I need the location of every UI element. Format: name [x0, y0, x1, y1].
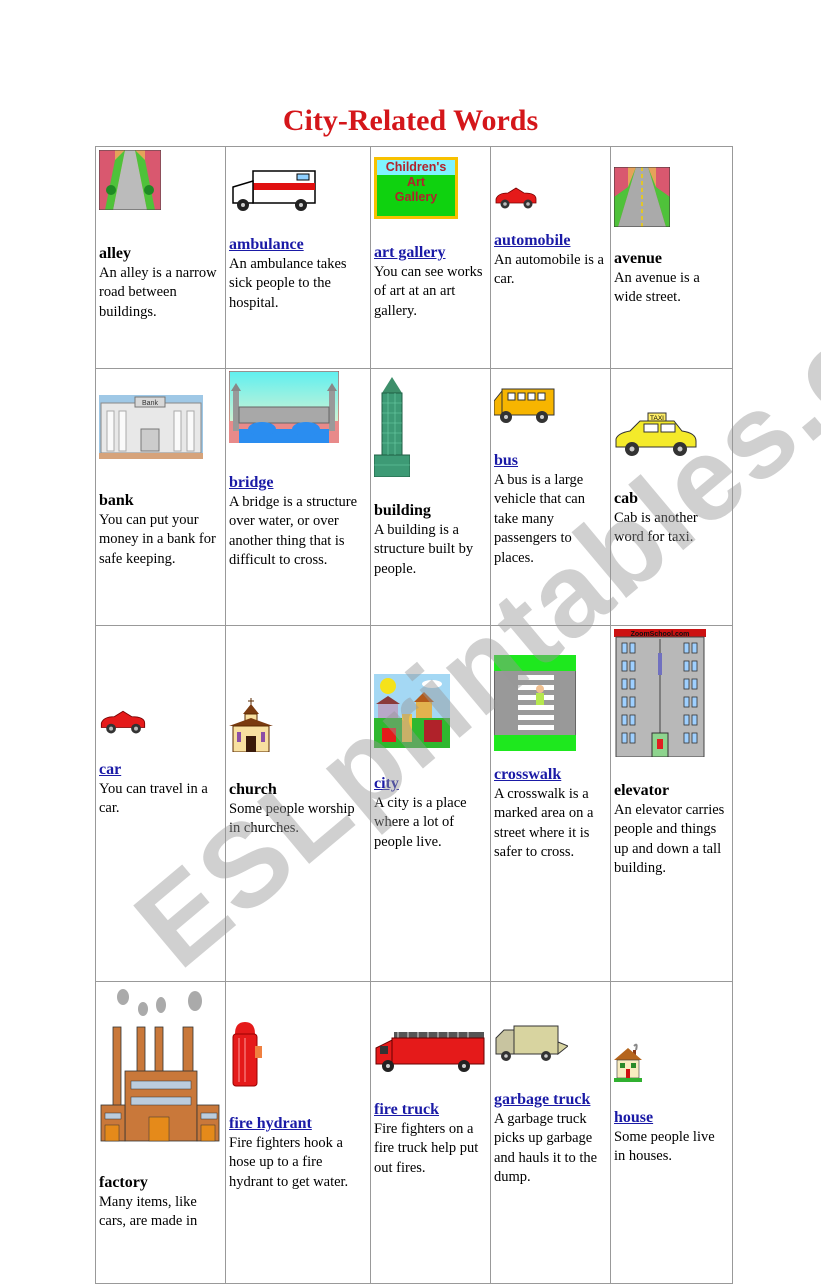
definition-garbage-truck: A garbage truck picks up garbage and hau…	[494, 1110, 598, 1186]
ambulance-picture	[232, 170, 316, 211]
page-title: City-Related Words	[282, 104, 539, 137]
definition-building: A building is a structure built by peopl…	[374, 521, 474, 577]
fire-truck-picture	[375, 1032, 485, 1072]
word-table: alley An alley is a narrow road between …	[95, 146, 733, 1284]
table-row: Bank bank You can put your money in a ba…	[95, 368, 733, 626]
word-bridge-link[interactable]: bridge	[229, 473, 367, 493]
alley-street-picture	[99, 150, 161, 210]
crosswalk-picture	[494, 655, 576, 751]
school-bus-picture	[494, 388, 555, 423]
definition-alley: An alley is a narrow road between buildi…	[99, 264, 217, 320]
word-cell-factory: factory Many items, like cars, are made …	[95, 981, 226, 1284]
word-cell-building: building A building is a structure built…	[370, 368, 491, 626]
bridge-picture	[229, 371, 339, 443]
definition-crosswalk: A crosswalk is a marked area on a street…	[494, 785, 594, 861]
house-picture	[614, 1043, 642, 1082]
taxi-picture: TAXI	[615, 412, 697, 456]
definition-church: Some people worship in churches.	[229, 800, 355, 837]
word-cell-ambulance: ambulance An ambulance takes sick people…	[225, 146, 371, 369]
city-scene-picture	[374, 674, 450, 748]
definition-automobile: An automobile is a car.	[494, 251, 604, 288]
definition-car: You can travel in a car.	[99, 780, 208, 817]
word-cell-garbage-truck: garbage truck A garbage truck picks up g…	[490, 981, 611, 1284]
word-cab: cab	[614, 490, 638, 507]
word-fire-truck-link[interactable]: fire truck	[374, 1100, 487, 1120]
elevator-building-picture: ZoomSchool.com	[614, 629, 706, 757]
bank-sign: Bank	[142, 400, 158, 407]
word-cell-city: city A city is a place where a lot of pe…	[370, 625, 491, 982]
word-alley: alley	[99, 245, 131, 262]
word-church: church	[229, 781, 277, 798]
word-house-link[interactable]: house	[614, 1108, 729, 1128]
art-gallery-sign-line-2: Art	[406, 175, 426, 189]
word-building: building	[374, 502, 431, 519]
garbage-truck-picture	[495, 1025, 568, 1061]
word-cell-church: church Some people worship in churches.	[225, 625, 371, 982]
bank-building-picture: Bank	[99, 395, 203, 459]
word-cell-house: house Some people live in houses.	[610, 981, 733, 1284]
art-gallery-sign-line-3: Gallery	[394, 190, 438, 204]
word-city-link[interactable]: city	[374, 774, 487, 794]
definition-fire-truck: Fire fighters on a fire truck help put o…	[374, 1120, 479, 1176]
word-cell-automobile: automobile An automobile is a car.	[490, 146, 611, 369]
word-cell-fire-hydrant: fire hydrant Fire fighters hook a hose u…	[225, 981, 371, 1284]
table-row: factory Many items, like cars, are made …	[95, 981, 733, 1284]
word-cell-elevator: ZoomSchool.com elevator An elevator carr…	[610, 625, 733, 982]
definition-bank: You can put your money in a bank for saf…	[99, 511, 216, 567]
art-gallery-sign-picture: Children's Art Gallery	[374, 157, 458, 219]
red-car-picture	[495, 187, 537, 209]
definition-ambulance: An ambulance takes sick people to the ho…	[229, 255, 347, 311]
word-avenue: avenue	[614, 250, 662, 267]
word-fire-hydrant-link[interactable]: fire hydrant	[229, 1114, 367, 1134]
word-cell-art-gallery: Children's Art Gallery art gallery You c…	[370, 146, 491, 369]
word-cell-alley: alley An alley is a narrow road between …	[95, 146, 226, 369]
word-car-link[interactable]: car	[99, 760, 222, 780]
definition-art-gallery: You can see works of art at an art galle…	[374, 263, 483, 319]
word-cell-bank: Bank bank You can put your money in a ba…	[95, 368, 226, 626]
definition-bridge: A bridge is a structure over water, or o…	[229, 493, 358, 569]
word-art-gallery-link[interactable]: art gallery	[374, 243, 487, 263]
word-ambulance-link[interactable]: ambulance	[229, 235, 367, 255]
definition-elevator: An elevator carries people and things up…	[614, 801, 725, 877]
word-cell-car: car You can travel in a car.	[95, 625, 226, 982]
word-crosswalk-link[interactable]: crosswalk	[494, 765, 607, 785]
table-row: car You can travel in a car. church Some…	[95, 625, 733, 982]
skyscraper-picture	[374, 377, 410, 477]
word-cell-bus: bus A bus is a large vehicle that can ta…	[490, 368, 611, 626]
word-cell-bridge: bridge A bridge is a structure over wate…	[225, 368, 371, 626]
avenue-picture	[614, 167, 670, 227]
word-bank: bank	[99, 492, 134, 509]
art-gallery-sign-line-1: Children's	[377, 160, 455, 175]
word-automobile-link[interactable]: automobile	[494, 231, 607, 251]
table-row: alley An alley is a narrow road between …	[95, 146, 733, 369]
word-cell-avenue: avenue An avenue is a wide street.	[610, 146, 733, 369]
definition-fire-hydrant: Fire fighters hook a hose up to a fire h…	[229, 1134, 349, 1190]
definition-avenue: An avenue is a wide street.	[614, 269, 700, 306]
red-car-picture	[100, 710, 146, 734]
fire-hydrant-picture	[232, 1022, 262, 1087]
word-cell-fire-truck: fire truck Fire fighters on a fire truck…	[370, 981, 491, 1284]
word-bus-link[interactable]: bus	[494, 451, 607, 471]
church-picture	[229, 698, 273, 752]
definition-city: A city is a place where a lot of people …	[374, 794, 467, 850]
word-cell-cab: TAXI cab Cab is another word for taxi.	[610, 368, 733, 626]
definition-house: Some people live in houses.	[614, 1128, 715, 1165]
definition-factory: Many items, like cars, are made in	[99, 1193, 198, 1230]
word-garbage-truck-link[interactable]: garbage truck	[494, 1090, 607, 1110]
definition-bus: A bus is a large vehicle that can take m…	[494, 471, 585, 566]
word-factory: factory	[99, 1174, 148, 1191]
factory-picture	[100, 989, 220, 1142]
word-elevator: elevator	[614, 782, 670, 799]
definition-cab: Cab is another word for taxi.	[614, 509, 698, 546]
word-cell-crosswalk: crosswalk A crosswalk is a marked area o…	[490, 625, 611, 982]
